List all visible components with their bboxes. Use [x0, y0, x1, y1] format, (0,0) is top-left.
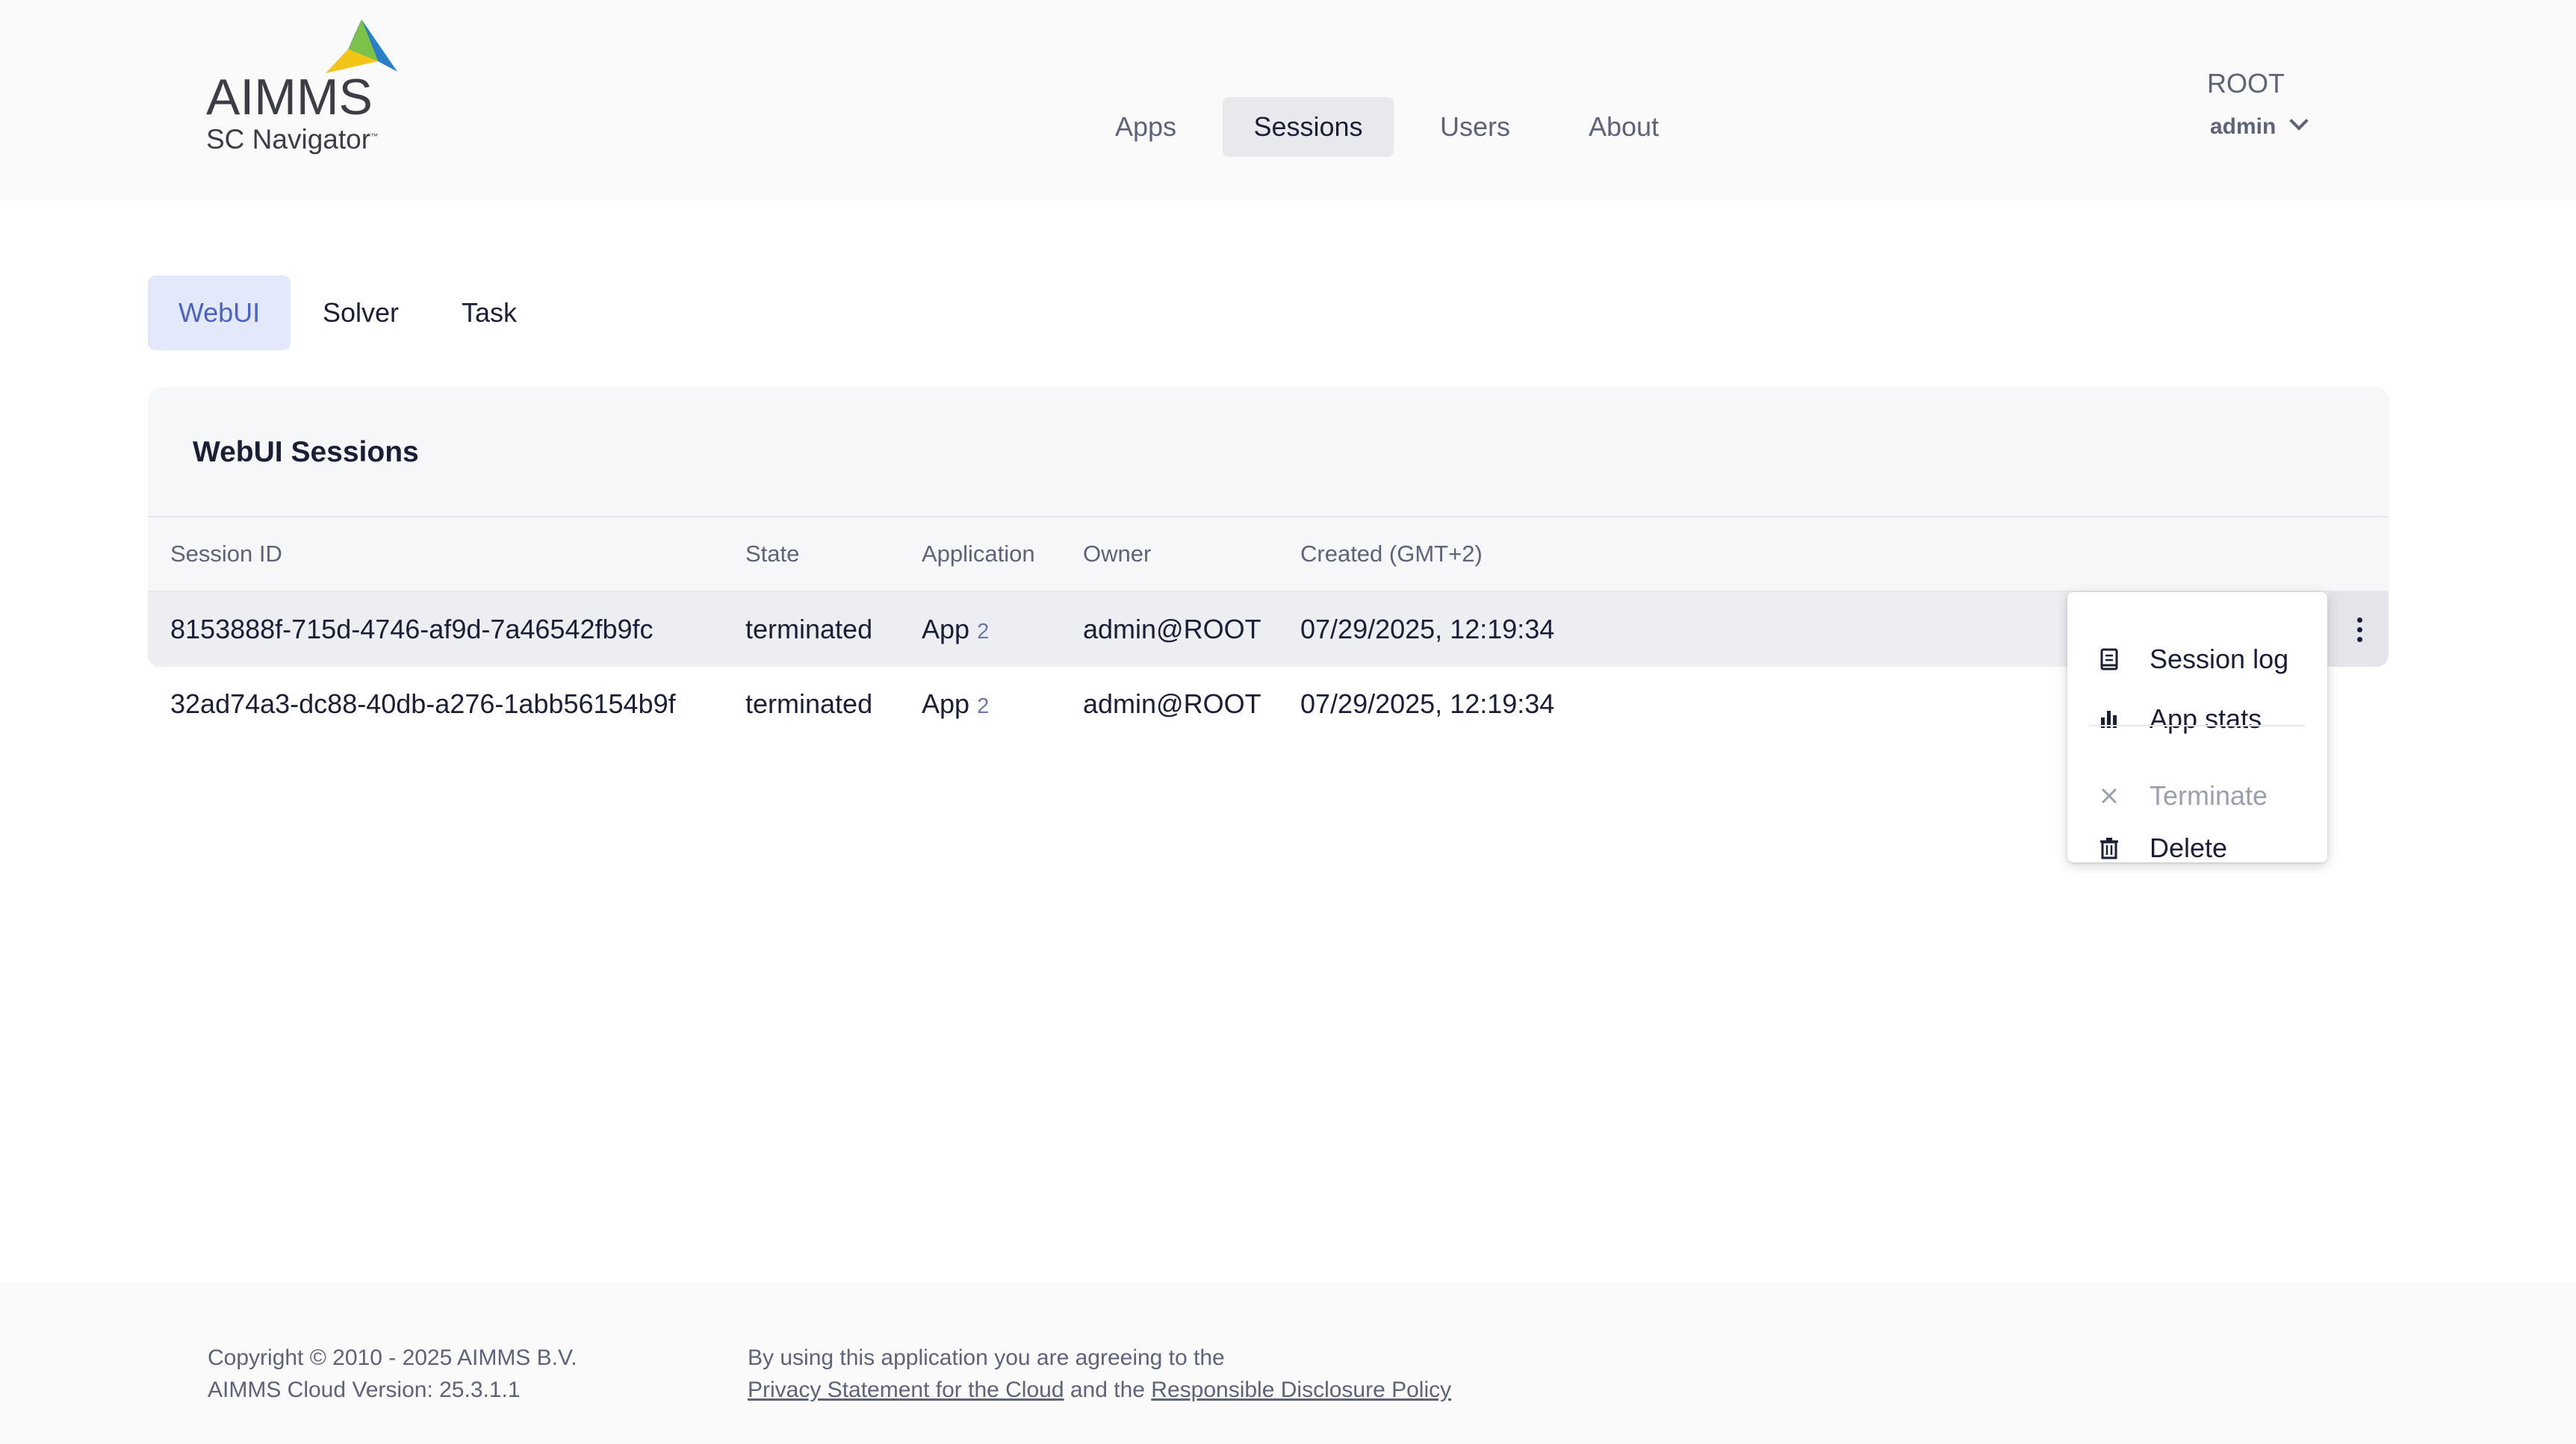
card-title: WebUI Sessions: [193, 436, 419, 468]
chevron-down-icon: [2289, 111, 2309, 131]
menu-separator: [2090, 725, 2305, 726]
logo-title: AIMMS: [206, 69, 373, 125]
account-user-dropdown[interactable]: admin: [2210, 111, 2309, 142]
column-header-application: Application: [922, 541, 1035, 567]
app-version: 2: [977, 620, 990, 644]
column-header-owner: Owner: [1083, 541, 1152, 567]
account-org: ROOT: [2207, 68, 2285, 99]
tab-solver[interactable]: Solver: [305, 276, 417, 350]
session-application: App 2: [922, 688, 990, 719]
session-application: App 2: [922, 614, 990, 644]
nav-about[interactable]: About: [1568, 97, 1679, 157]
logo-subtitle: SC Navigator™: [206, 124, 379, 155]
responsible-disclosure-link[interactable]: Responsible Disclosure Policy: [1151, 1378, 1451, 1402]
table-header: Session ID State Application Owner Creat…: [148, 517, 2389, 591]
footer-links: Privacy Statement for the Cloud and the …: [748, 1374, 1451, 1407]
app-header: AIMMS SC Navigator™ Apps Sessions Users …: [0, 0, 2576, 200]
footer-agree-text: By using this application you are agreei…: [748, 1345, 1225, 1370]
session-id: 32ad74a3-dc88-40db-a276-1abb56154b9f: [170, 688, 676, 719]
bar-chart-icon: [2101, 711, 2117, 728]
nav-sessions[interactable]: Sessions: [1223, 97, 1394, 157]
table-row[interactable]: 32ad74a3-dc88-40db-a276-1abb56154b9f ter…: [148, 667, 2389, 741]
tab-task[interactable]: Task: [442, 276, 536, 350]
footer-copyright: Copyright © 2010 - 2025 AIMMS B.V.: [208, 1345, 577, 1370]
column-header-state: State: [745, 541, 800, 567]
session-state: terminated: [745, 614, 873, 644]
nav-apps[interactable]: Apps: [1098, 97, 1194, 157]
close-icon: [2101, 788, 2117, 804]
session-created: 07/29/2025, 12:19:34: [1300, 614, 1555, 644]
session-state: terminated: [745, 688, 873, 719]
page-footer: Copyright © 2010 - 2025 AIMMS B.V. AIMMS…: [0, 1282, 2576, 1444]
footer-and-text: and the: [1064, 1378, 1152, 1402]
session-created: 07/29/2025, 12:19:34: [1300, 688, 1555, 719]
tab-webui[interactable]: WebUI: [148, 276, 291, 350]
account-user-label: admin: [2210, 114, 2276, 139]
menu-item-delete[interactable]: Delete: [2067, 826, 2327, 871]
column-header-created: Created (GMT+2): [1300, 541, 1483, 567]
column-header-session-id: Session ID: [170, 541, 282, 567]
session-owner: admin@ROOT: [1083, 614, 1261, 644]
session-id: 8153888f-715d-4746-af9d-7a46542fb9fc: [170, 614, 654, 644]
sessions-card: WebUI Sessions Session ID State Applicat…: [148, 388, 2389, 667]
session-owner: admin@ROOT: [1083, 688, 1261, 719]
logo-triangle-icon: [326, 19, 397, 73]
menu-item-session-log[interactable]: Session log: [2067, 629, 2327, 689]
table-row[interactable]: 8153888f-715d-4746-af9d-7a46542fb9fc ter…: [148, 592, 2389, 667]
row-context-menu: Session log App stats Terminate Delete: [2067, 592, 2327, 863]
log-icon: [2100, 648, 2118, 670]
footer-version: AIMMS Cloud Version: 25.3.1.1: [208, 1378, 521, 1402]
menu-item-app-stats[interactable]: App stats: [2067, 689, 2327, 749]
row-actions-kebab-icon[interactable]: [2329, 592, 2389, 667]
app-version: 2: [977, 694, 990, 718]
privacy-statement-link[interactable]: Privacy Statement for the Cloud: [748, 1378, 1064, 1402]
trash-icon: [2100, 838, 2118, 859]
nav-users[interactable]: Users: [1419, 97, 1531, 157]
menu-item-terminate[interactable]: Terminate: [2067, 766, 2327, 826]
aimms-logo[interactable]: AIMMS SC Navigator™: [206, 19, 400, 161]
